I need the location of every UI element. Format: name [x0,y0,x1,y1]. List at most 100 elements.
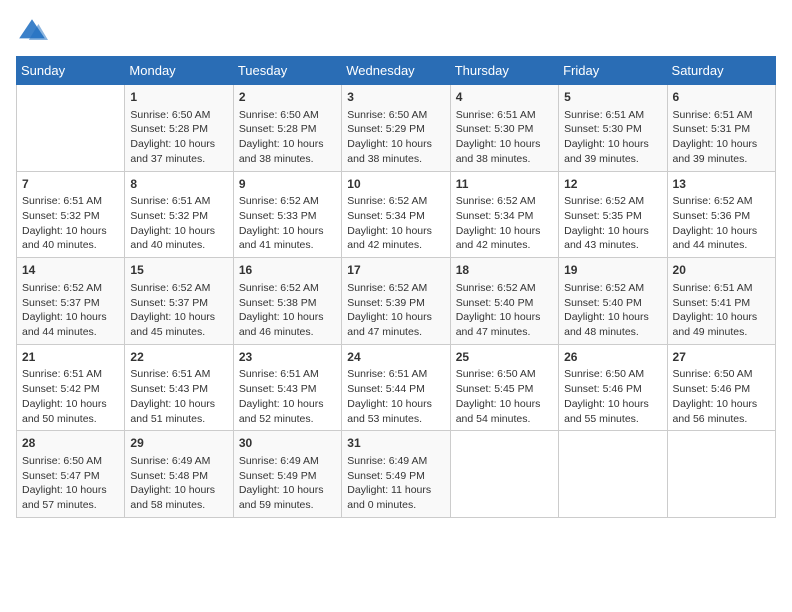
calendar-cell: 9Sunrise: 6:52 AM Sunset: 5:33 PM Daylig… [233,171,341,258]
day-info: Sunrise: 6:52 AM Sunset: 5:34 PM Dayligh… [347,194,444,253]
calendar-cell: 27Sunrise: 6:50 AM Sunset: 5:46 PM Dayli… [667,344,775,431]
day-number: 20 [673,262,770,279]
day-info: Sunrise: 6:49 AM Sunset: 5:48 PM Dayligh… [130,454,227,513]
calendar-cell: 22Sunrise: 6:51 AM Sunset: 5:43 PM Dayli… [125,344,233,431]
day-number: 23 [239,349,336,366]
day-number: 10 [347,176,444,193]
day-number: 12 [564,176,661,193]
calendar-cell: 12Sunrise: 6:52 AM Sunset: 5:35 PM Dayli… [559,171,667,258]
day-info: Sunrise: 6:51 AM Sunset: 5:30 PM Dayligh… [456,108,553,167]
calendar-cell: 26Sunrise: 6:50 AM Sunset: 5:46 PM Dayli… [559,344,667,431]
day-number: 6 [673,89,770,106]
calendar-cell: 19Sunrise: 6:52 AM Sunset: 5:40 PM Dayli… [559,258,667,345]
day-info: Sunrise: 6:52 AM Sunset: 5:34 PM Dayligh… [456,194,553,253]
calendar-cell: 25Sunrise: 6:50 AM Sunset: 5:45 PM Dayli… [450,344,558,431]
day-number: 5 [564,89,661,106]
column-header-tuesday: Tuesday [233,57,341,85]
day-info: Sunrise: 6:50 AM Sunset: 5:29 PM Dayligh… [347,108,444,167]
day-info: Sunrise: 6:51 AM Sunset: 5:42 PM Dayligh… [22,367,119,426]
day-info: Sunrise: 6:51 AM Sunset: 5:30 PM Dayligh… [564,108,661,167]
day-info: Sunrise: 6:51 AM Sunset: 5:43 PM Dayligh… [130,367,227,426]
day-info: Sunrise: 6:51 AM Sunset: 5:44 PM Dayligh… [347,367,444,426]
day-info: Sunrise: 6:50 AM Sunset: 5:28 PM Dayligh… [130,108,227,167]
calendar-cell: 20 Sunrise: 6:51 AM Sunset: 5:41 PM Dayli… [667,258,775,345]
week-row-3: 14 Sunrise: 6:52 AM Sunset: 5:37 PM Dayli… [17,258,776,345]
column-header-sunday: Sunday [17,57,125,85]
week-row-4: 21Sunrise: 6:51 AM Sunset: 5:42 PM Dayli… [17,344,776,431]
day-number: 14 [22,262,119,279]
calendar-cell [450,431,558,518]
calendar-cell: 1 Sunrise: 6:50 AM Sunset: 5:28 PM Daylig… [125,85,233,172]
day-info: Sunrise: 6:51 AM Sunset: 5:32 PM Dayligh… [130,194,227,253]
calendar-cell: 2 Sunrise: 6:50 AM Sunset: 5:28 PM Daylig… [233,85,341,172]
day-info: Sunrise: 6:52 AM Sunset: 5:40 PM Dayligh… [456,281,553,340]
calendar-cell: 10Sunrise: 6:52 AM Sunset: 5:34 PM Dayli… [342,171,450,258]
calendar-cell: 13Sunrise: 6:52 AM Sunset: 5:36 PM Dayli… [667,171,775,258]
calendar-cell: 18 Sunrise: 6:52 AM Sunset: 5:40 PM Dayli… [450,258,558,345]
day-number: 30 [239,435,336,452]
day-number: 18 [456,262,553,279]
day-number: 4 [456,89,553,106]
calendar-cell: 17 Sunrise: 6:52 AM Sunset: 5:39 PM Dayli… [342,258,450,345]
day-info: Sunrise: 6:51 AM Sunset: 5:31 PM Dayligh… [673,108,770,167]
day-number: 25 [456,349,553,366]
day-info: Sunrise: 6:52 AM Sunset: 5:37 PM Dayligh… [130,281,227,340]
calendar-cell: 4 Sunrise: 6:51 AM Sunset: 5:30 PM Daylig… [450,85,558,172]
page-header [16,16,776,48]
day-number: 26 [564,349,661,366]
day-info: Sunrise: 6:51 AM Sunset: 5:41 PM Dayligh… [673,281,770,340]
day-info: Sunrise: 6:52 AM Sunset: 5:36 PM Dayligh… [673,194,770,253]
day-number: 8 [130,176,227,193]
week-row-1: 1 Sunrise: 6:50 AM Sunset: 5:28 PM Daylig… [17,85,776,172]
calendar-cell [667,431,775,518]
column-header-saturday: Saturday [667,57,775,85]
day-number: 7 [22,176,119,193]
calendar-cell [17,85,125,172]
day-info: Sunrise: 6:50 AM Sunset: 5:46 PM Dayligh… [673,367,770,426]
calendar-cell: 11Sunrise: 6:52 AM Sunset: 5:34 PM Dayli… [450,171,558,258]
day-number: 3 [347,89,444,106]
logo-icon [16,16,48,48]
day-number: 13 [673,176,770,193]
day-number: 9 [239,176,336,193]
calendar-cell: 23Sunrise: 6:51 AM Sunset: 5:43 PM Dayli… [233,344,341,431]
day-info: Sunrise: 6:52 AM Sunset: 5:39 PM Dayligh… [347,281,444,340]
calendar-cell: 14Sunrise: 6:52 AM Sunset: 5:37 PM Dayli… [17,258,125,345]
day-number: 31 [347,435,444,452]
calendar-header-row: SundayMondayTuesdayWednesdayThursdayFrid… [17,57,776,85]
day-info: Sunrise: 6:50 AM Sunset: 5:45 PM Dayligh… [456,367,553,426]
calendar-cell: 6 Sunrise: 6:51 AM Sunset: 5:31 PM Daylig… [667,85,775,172]
calendar-cell [559,431,667,518]
column-header-monday: Monday [125,57,233,85]
calendar-cell: 16 Sunrise: 6:52 AM Sunset: 5:38 PM Dayli… [233,258,341,345]
day-info: Sunrise: 6:51 AM Sunset: 5:32 PM Dayligh… [22,194,119,253]
day-number: 27 [673,349,770,366]
calendar-cell: 21Sunrise: 6:51 AM Sunset: 5:42 PM Dayli… [17,344,125,431]
calendar-cell: 30Sunrise: 6:49 AM Sunset: 5:49 PM Dayli… [233,431,341,518]
column-header-wednesday: Wednesday [342,57,450,85]
week-row-5: 28 Sunrise: 6:50 AM Sunset: 5:47 PM Dayli… [17,431,776,518]
day-number: 21 [22,349,119,366]
day-info: Sunrise: 6:52 AM Sunset: 5:33 PM Dayligh… [239,194,336,253]
day-number: 1 [130,89,227,106]
logo [16,16,52,48]
day-info: Sunrise: 6:51 AM Sunset: 5:43 PM Dayligh… [239,367,336,426]
day-number: 16 [239,262,336,279]
calendar-cell: 15 Sunrise: 6:52 AM Sunset: 5:37 PM Dayli… [125,258,233,345]
day-info: Sunrise: 6:52 AM Sunset: 5:40 PM Dayligh… [564,281,661,340]
day-number: 24 [347,349,444,366]
week-row-2: 7Sunrise: 6:51 AM Sunset: 5:32 PM Daylig… [17,171,776,258]
day-info: Sunrise: 6:52 AM Sunset: 5:38 PM Dayligh… [239,281,336,340]
day-number: 2 [239,89,336,106]
day-info: Sunrise: 6:52 AM Sunset: 5:35 PM Dayligh… [564,194,661,253]
day-info: Sunrise: 6:50 AM Sunset: 5:47 PM Dayligh… [22,454,119,513]
column-header-friday: Friday [559,57,667,85]
day-number: 28 [22,435,119,452]
calendar-cell: 29Sunrise: 6:49 AM Sunset: 5:48 PM Dayli… [125,431,233,518]
day-number: 11 [456,176,553,193]
day-number: 15 [130,262,227,279]
day-number: 22 [130,349,227,366]
day-number: 17 [347,262,444,279]
calendar-table: SundayMondayTuesdayWednesdayThursdayFrid… [16,56,776,518]
day-info: Sunrise: 6:50 AM Sunset: 5:28 PM Dayligh… [239,108,336,167]
